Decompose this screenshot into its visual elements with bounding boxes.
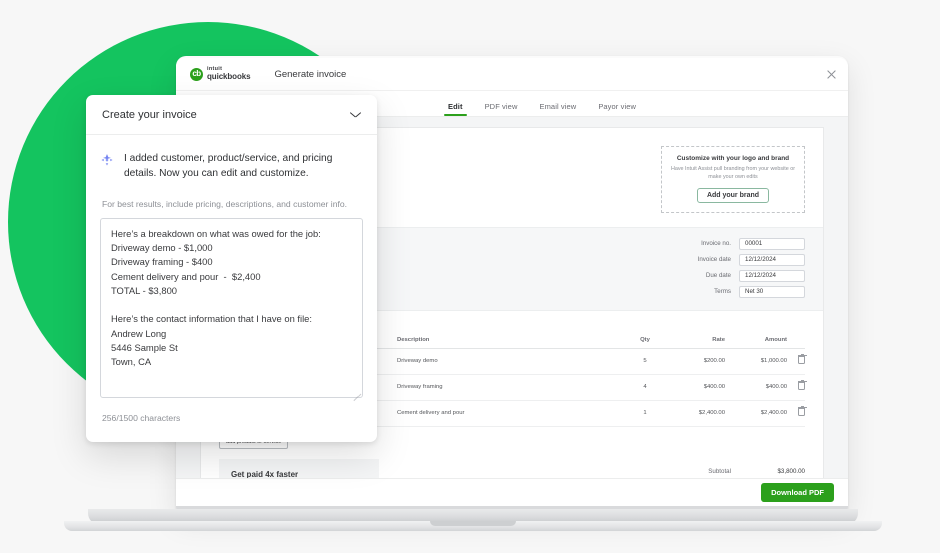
row-delete-button[interactable] [787, 400, 807, 427]
row-description[interactable]: Cement delivery and pour [397, 400, 623, 427]
invoice-date-input[interactable]: 12/12/2024 [739, 253, 805, 266]
assist-textarea-wrapper [86, 210, 377, 403]
subtotal-row: Subtotal $3,800.00 [605, 465, 805, 478]
quickbooks-logo: cb intuit quickbooks [190, 66, 251, 82]
tab-edit[interactable]: Edit [444, 102, 467, 116]
character-counter: 256/1500 characters [102, 412, 181, 423]
download-pdf-button[interactable]: Download PDF [761, 483, 834, 502]
page-title: Generate invoice [274, 68, 347, 80]
row-rate[interactable]: $200.00 [667, 348, 725, 375]
row-qty[interactable]: 4 [623, 374, 667, 401]
subtotal-value: $3,800.00 [777, 467, 805, 475]
invoice-no-label: Invoice no. [701, 240, 731, 248]
col-rate: Rate [667, 336, 725, 349]
tab-payor-view[interactable]: Payor view [598, 102, 636, 116]
row-delete-button[interactable] [787, 348, 807, 375]
row-amount: $400.00 [725, 374, 787, 401]
terms-label: Terms [714, 288, 731, 296]
row-delete-button[interactable] [787, 374, 807, 401]
create-your-invoice-card: Create your invoice I added customer, pr… [86, 95, 377, 442]
tab-pdf-view[interactable]: PDF view [485, 102, 518, 116]
col-description: Description [397, 336, 623, 349]
trash-icon [797, 379, 807, 391]
subtotal-label: Subtotal [708, 467, 731, 475]
laptop-notch [430, 521, 516, 526]
row-rate[interactable]: $2,400.00 [667, 400, 725, 427]
assist-message-text: I added customer, product/service, and p… [124, 153, 333, 180]
assist-hint-text: For best results, include pricing, descr… [102, 198, 348, 209]
invoice-action-bar: Download PDF [176, 478, 848, 506]
row-description[interactable]: Driveway demo [397, 348, 623, 375]
row-rate[interactable]: $400.00 [667, 374, 725, 401]
quickbooks-wordmark: intuit quickbooks [207, 66, 251, 82]
col-amount: Amount [725, 336, 787, 349]
quickbooks-mark-icon: cb [190, 67, 203, 81]
col-delete [787, 336, 805, 349]
tab-email-view[interactable]: Email view [539, 102, 576, 116]
screenshot-stage: cb intuit quickbooks Generate invoice Ed… [0, 0, 940, 553]
assist-message-block: I added customer, product/service, and p… [86, 135, 377, 182]
brand-customize-box: Customize with your logo and brand Have … [661, 146, 805, 213]
quickbooks-wordmark-text: quickbooks [207, 72, 251, 82]
assist-card-title: Create your invoice [102, 108, 197, 121]
col-qty: Qty [623, 336, 667, 349]
sparkle-icon [100, 153, 114, 167]
row-amount: $2,400.00 [725, 400, 787, 427]
invoice-no-input[interactable]: 00001 [739, 237, 805, 250]
invoice-description-textarea[interactable] [100, 217, 363, 398]
row-description[interactable]: Driveway framing [397, 374, 623, 401]
brand-box-title: Customize with your logo and brand [676, 155, 790, 162]
due-date-input[interactable]: 12/12/2024 [739, 269, 805, 282]
chevron-down-icon[interactable] [350, 111, 361, 118]
row-qty[interactable]: 5 [623, 348, 667, 375]
trash-icon [797, 405, 807, 417]
row-amount: $1,000.00 [725, 348, 787, 375]
brand-box-subtitle: Have Intuit Assist pull branding from yo… [670, 166, 796, 180]
add-your-brand-button[interactable]: Add your brand [696, 187, 770, 203]
assist-card-header: Create your invoice [86, 95, 377, 135]
invoice-date-label: Invoice date [697, 256, 731, 264]
close-icon[interactable] [826, 69, 837, 80]
trash-icon [797, 353, 807, 365]
app-topbar: cb intuit quickbooks Generate invoice [176, 58, 848, 91]
terms-input[interactable]: Net 30 [739, 285, 805, 298]
due-date-label: Due date [705, 272, 731, 280]
resize-handle-icon[interactable] [352, 391, 358, 397]
row-qty[interactable]: 1 [623, 400, 667, 427]
invoice-meta-fields: Invoice no. 00001 Invoice date 12/12/202… [697, 237, 805, 298]
